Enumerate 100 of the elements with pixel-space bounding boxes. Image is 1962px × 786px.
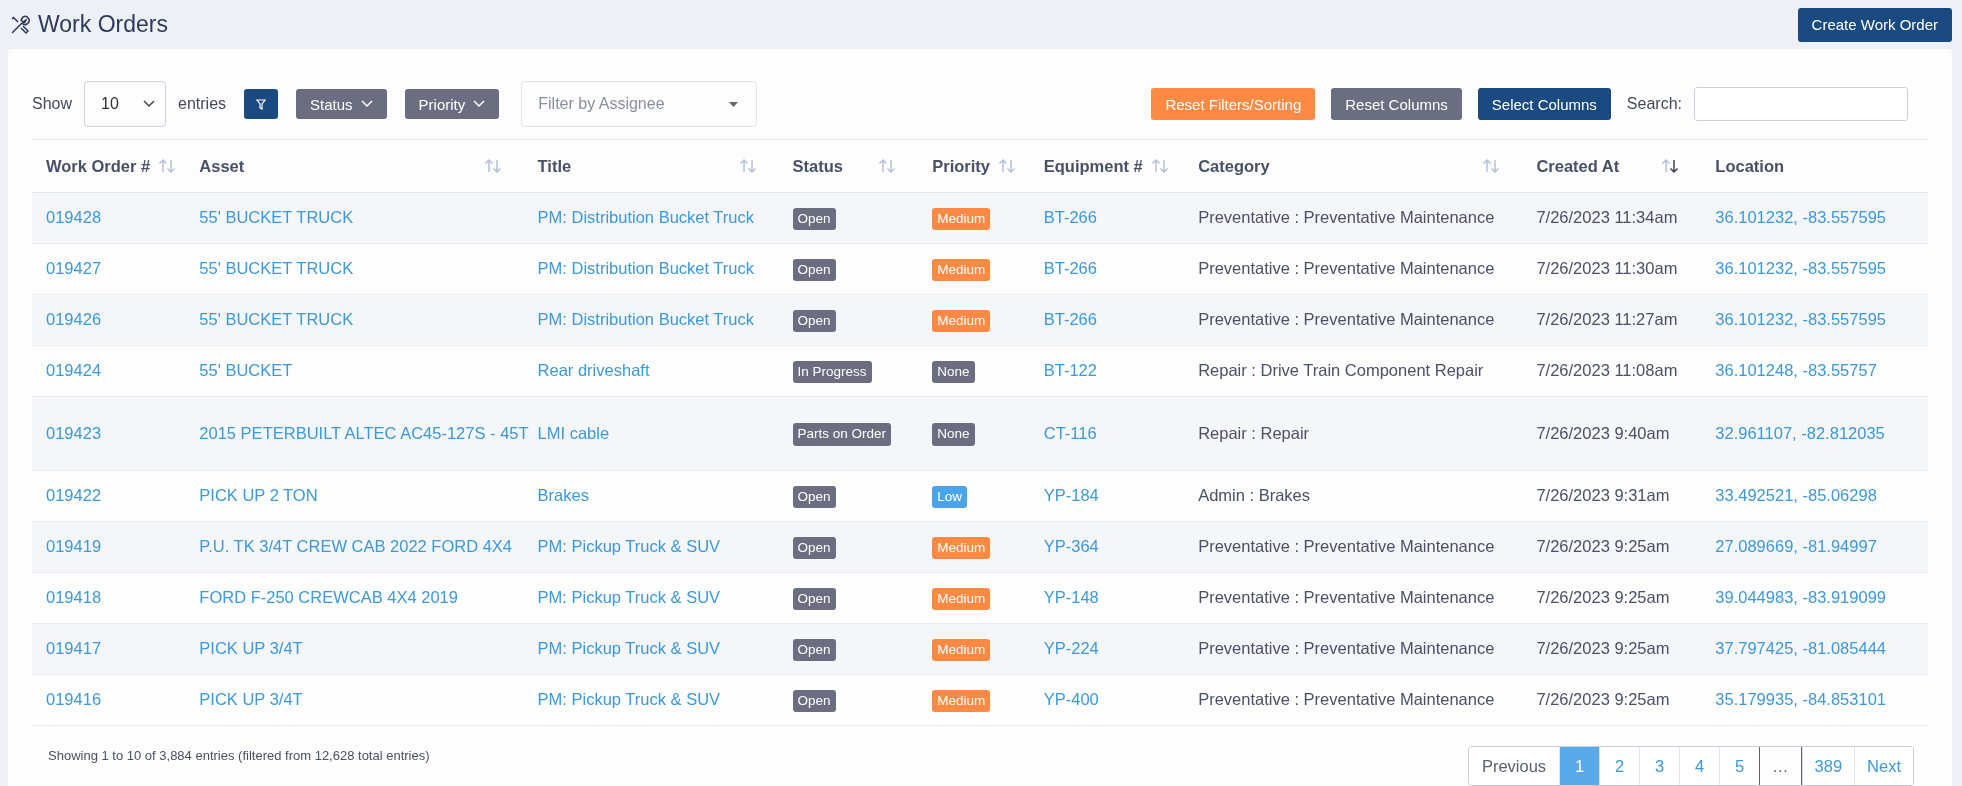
- location-link[interactable]: 27.089669, -81.94997: [1715, 537, 1877, 556]
- category-text: Preventative : Preventative Maintenance: [1198, 588, 1495, 607]
- category-text: Preventative : Preventative Maintenance: [1198, 690, 1495, 709]
- sort-arrows-icon[interactable]: [1661, 158, 1680, 174]
- column-header[interactable]: Priority: [932, 156, 990, 176]
- asset-link[interactable]: PICK UP 3/4T: [199, 639, 303, 658]
- location-link[interactable]: 36.101232, -83.557595: [1715, 310, 1886, 329]
- created-at-text: 7/26/2023 9:40am: [1536, 423, 1670, 442]
- equipment-link[interactable]: BT-266: [1043, 259, 1097, 278]
- category-text: Preventative : Preventative Maintenance: [1198, 537, 1495, 556]
- category-text: Repair : Repair: [1198, 423, 1310, 442]
- equipment-link[interactable]: YP-400: [1043, 690, 1099, 709]
- column-header[interactable]: Title: [537, 156, 572, 176]
- work-order-link[interactable]: 019416: [46, 690, 102, 709]
- status-badge: Open: [792, 536, 836, 560]
- status-badge: Open: [792, 258, 836, 282]
- status-badge: Open: [792, 485, 836, 509]
- asset-link[interactable]: P.U. TK 3/4T CREW CAB 2022 FORD 4X4: [199, 537, 513, 556]
- work-order-link[interactable]: 019428: [46, 208, 102, 227]
- work-order-link[interactable]: 019417: [46, 639, 102, 658]
- asset-link[interactable]: 2015 PETERBUILT ALTEC AC45-127S - 45T: [199, 423, 529, 442]
- created-at-text: 7/26/2023 9:25am: [1536, 690, 1670, 709]
- status-badge: Open: [792, 587, 836, 611]
- equipment-link[interactable]: BT-266: [1043, 310, 1097, 329]
- page-button[interactable]: 1: [1559, 747, 1600, 785]
- title-link[interactable]: PM: Pickup Truck & SUV: [537, 690, 721, 709]
- equipment-link[interactable]: YP-184: [1043, 486, 1099, 505]
- column-header[interactable]: Location: [1715, 156, 1785, 176]
- create-work-order-button[interactable]: Create Work Order: [1797, 7, 1952, 42]
- chevron-down-icon: [360, 100, 373, 108]
- assignee-select[interactable]: Filter by Assignee: [521, 81, 758, 127]
- asset-link[interactable]: PICK UP 3/4T: [199, 690, 303, 709]
- title-link[interactable]: Brakes: [537, 486, 589, 505]
- priority-badge: Medium: [932, 689, 991, 713]
- title-link[interactable]: LMI cable: [537, 423, 610, 442]
- select-columns-button[interactable]: Select Columns: [1477, 88, 1611, 120]
- asset-link[interactable]: 55' BUCKET: [199, 361, 293, 380]
- search-field[interactable]: [1694, 87, 1908, 121]
- title-link[interactable]: PM: Pickup Truck & SUV: [537, 588, 721, 607]
- title-link[interactable]: PM: Distribution Bucket Truck: [537, 208, 754, 227]
- work-order-link[interactable]: 019418: [46, 588, 102, 607]
- equipment-link[interactable]: BT-122: [1043, 361, 1097, 380]
- table-info-text: Showing 1 to 10 of 3,884 entries (filtered from 12,628 total entries): [47, 747, 430, 763]
- status-filter-button[interactable]: Status: [296, 89, 387, 119]
- title-link[interactable]: PM: Pickup Truck & SUV: [537, 537, 721, 556]
- location-link[interactable]: 36.101232, -83.557595: [1715, 259, 1886, 278]
- work-order-link[interactable]: 019423: [46, 423, 102, 442]
- work-order-link[interactable]: 019422: [46, 486, 102, 505]
- status-badge: Open: [792, 309, 836, 333]
- work-order-link[interactable]: 019426: [46, 310, 102, 329]
- priority-badge: Medium: [932, 536, 991, 560]
- location-link[interactable]: 36.101248, -83.55757: [1715, 361, 1877, 380]
- priority-badge: Medium: [932, 258, 991, 282]
- asset-link[interactable]: FORD F-250 CREWCAB 4X4 2019: [199, 588, 458, 607]
- page-title: Work Orders: [38, 11, 168, 38]
- category-text: Repair : Drive Train Component Repair: [1198, 361, 1484, 380]
- created-at-text: 7/26/2023 11:30am: [1536, 259, 1678, 278]
- filter-button[interactable]: [244, 89, 279, 119]
- column-header[interactable]: Equipment #: [1043, 156, 1143, 176]
- title-link[interactable]: PM: Pickup Truck & SUV: [537, 639, 721, 658]
- priority-badge: Low: [932, 485, 967, 509]
- title-link[interactable]: Rear driveshaft: [537, 361, 650, 380]
- column-header[interactable]: Work Order #: [46, 156, 151, 176]
- tools-icon: [10, 14, 30, 35]
- reset-columns-button[interactable]: Reset Columns: [1331, 88, 1462, 120]
- column-header[interactable]: Status: [792, 156, 843, 176]
- location-link[interactable]: 37.797425, -81.085444: [1715, 639, 1886, 658]
- priority-filter-button[interactable]: Priority: [404, 89, 500, 119]
- equipment-link[interactable]: BT-266: [1043, 208, 1097, 227]
- location-link[interactable]: 36.101232, -83.557595: [1715, 208, 1886, 227]
- asset-link[interactable]: 55' BUCKET TRUCK: [199, 208, 354, 227]
- work-order-link[interactable]: 019427: [46, 259, 102, 278]
- equipment-link[interactable]: YP-224: [1043, 639, 1099, 658]
- category-text: Preventative : Preventative Maintenance: [1198, 639, 1495, 658]
- equipment-link[interactable]: YP-148: [1043, 588, 1099, 607]
- column-header[interactable]: Created At: [1536, 156, 1620, 176]
- chevron-down-icon: [143, 100, 156, 108]
- location-link[interactable]: 39.044983, -83.919099: [1715, 588, 1886, 607]
- title-link[interactable]: PM: Distribution Bucket Truck: [537, 310, 754, 329]
- priority-badge: Medium: [932, 309, 991, 333]
- show-label: Show: [32, 95, 73, 113]
- asset-link[interactable]: PICK UP 2 TON: [199, 486, 318, 505]
- location-link[interactable]: 32.961107, -82.812035: [1715, 423, 1885, 442]
- equipment-link[interactable]: YP-364: [1043, 537, 1099, 556]
- asset-link[interactable]: 55' BUCKET TRUCK: [199, 259, 354, 278]
- created-at-text: 7/26/2023 9:25am: [1536, 537, 1670, 556]
- work-order-link[interactable]: 019419: [46, 537, 102, 556]
- next-page-button[interactable]: Next: [1854, 747, 1913, 785]
- location-link[interactable]: 33.492521, -85.06298: [1715, 486, 1877, 505]
- asset-link[interactable]: 55' BUCKET TRUCK: [199, 310, 354, 329]
- title-link[interactable]: PM: Distribution Bucket Truck: [537, 259, 754, 278]
- equipment-link[interactable]: CT-116: [1043, 423, 1097, 442]
- page-size-select[interactable]: 10: [84, 81, 167, 127]
- reset-filters-button[interactable]: Reset Filters/Sorting: [1151, 88, 1316, 120]
- column-header[interactable]: Category: [1198, 156, 1270, 176]
- column-header[interactable]: Asset: [199, 156, 245, 176]
- created-at-text: 7/26/2023 9:25am: [1536, 639, 1670, 658]
- work-order-link[interactable]: 019424: [46, 361, 102, 380]
- status-badge: Open: [792, 689, 836, 713]
- location-link[interactable]: 35.179935, -84.853101: [1715, 690, 1886, 709]
